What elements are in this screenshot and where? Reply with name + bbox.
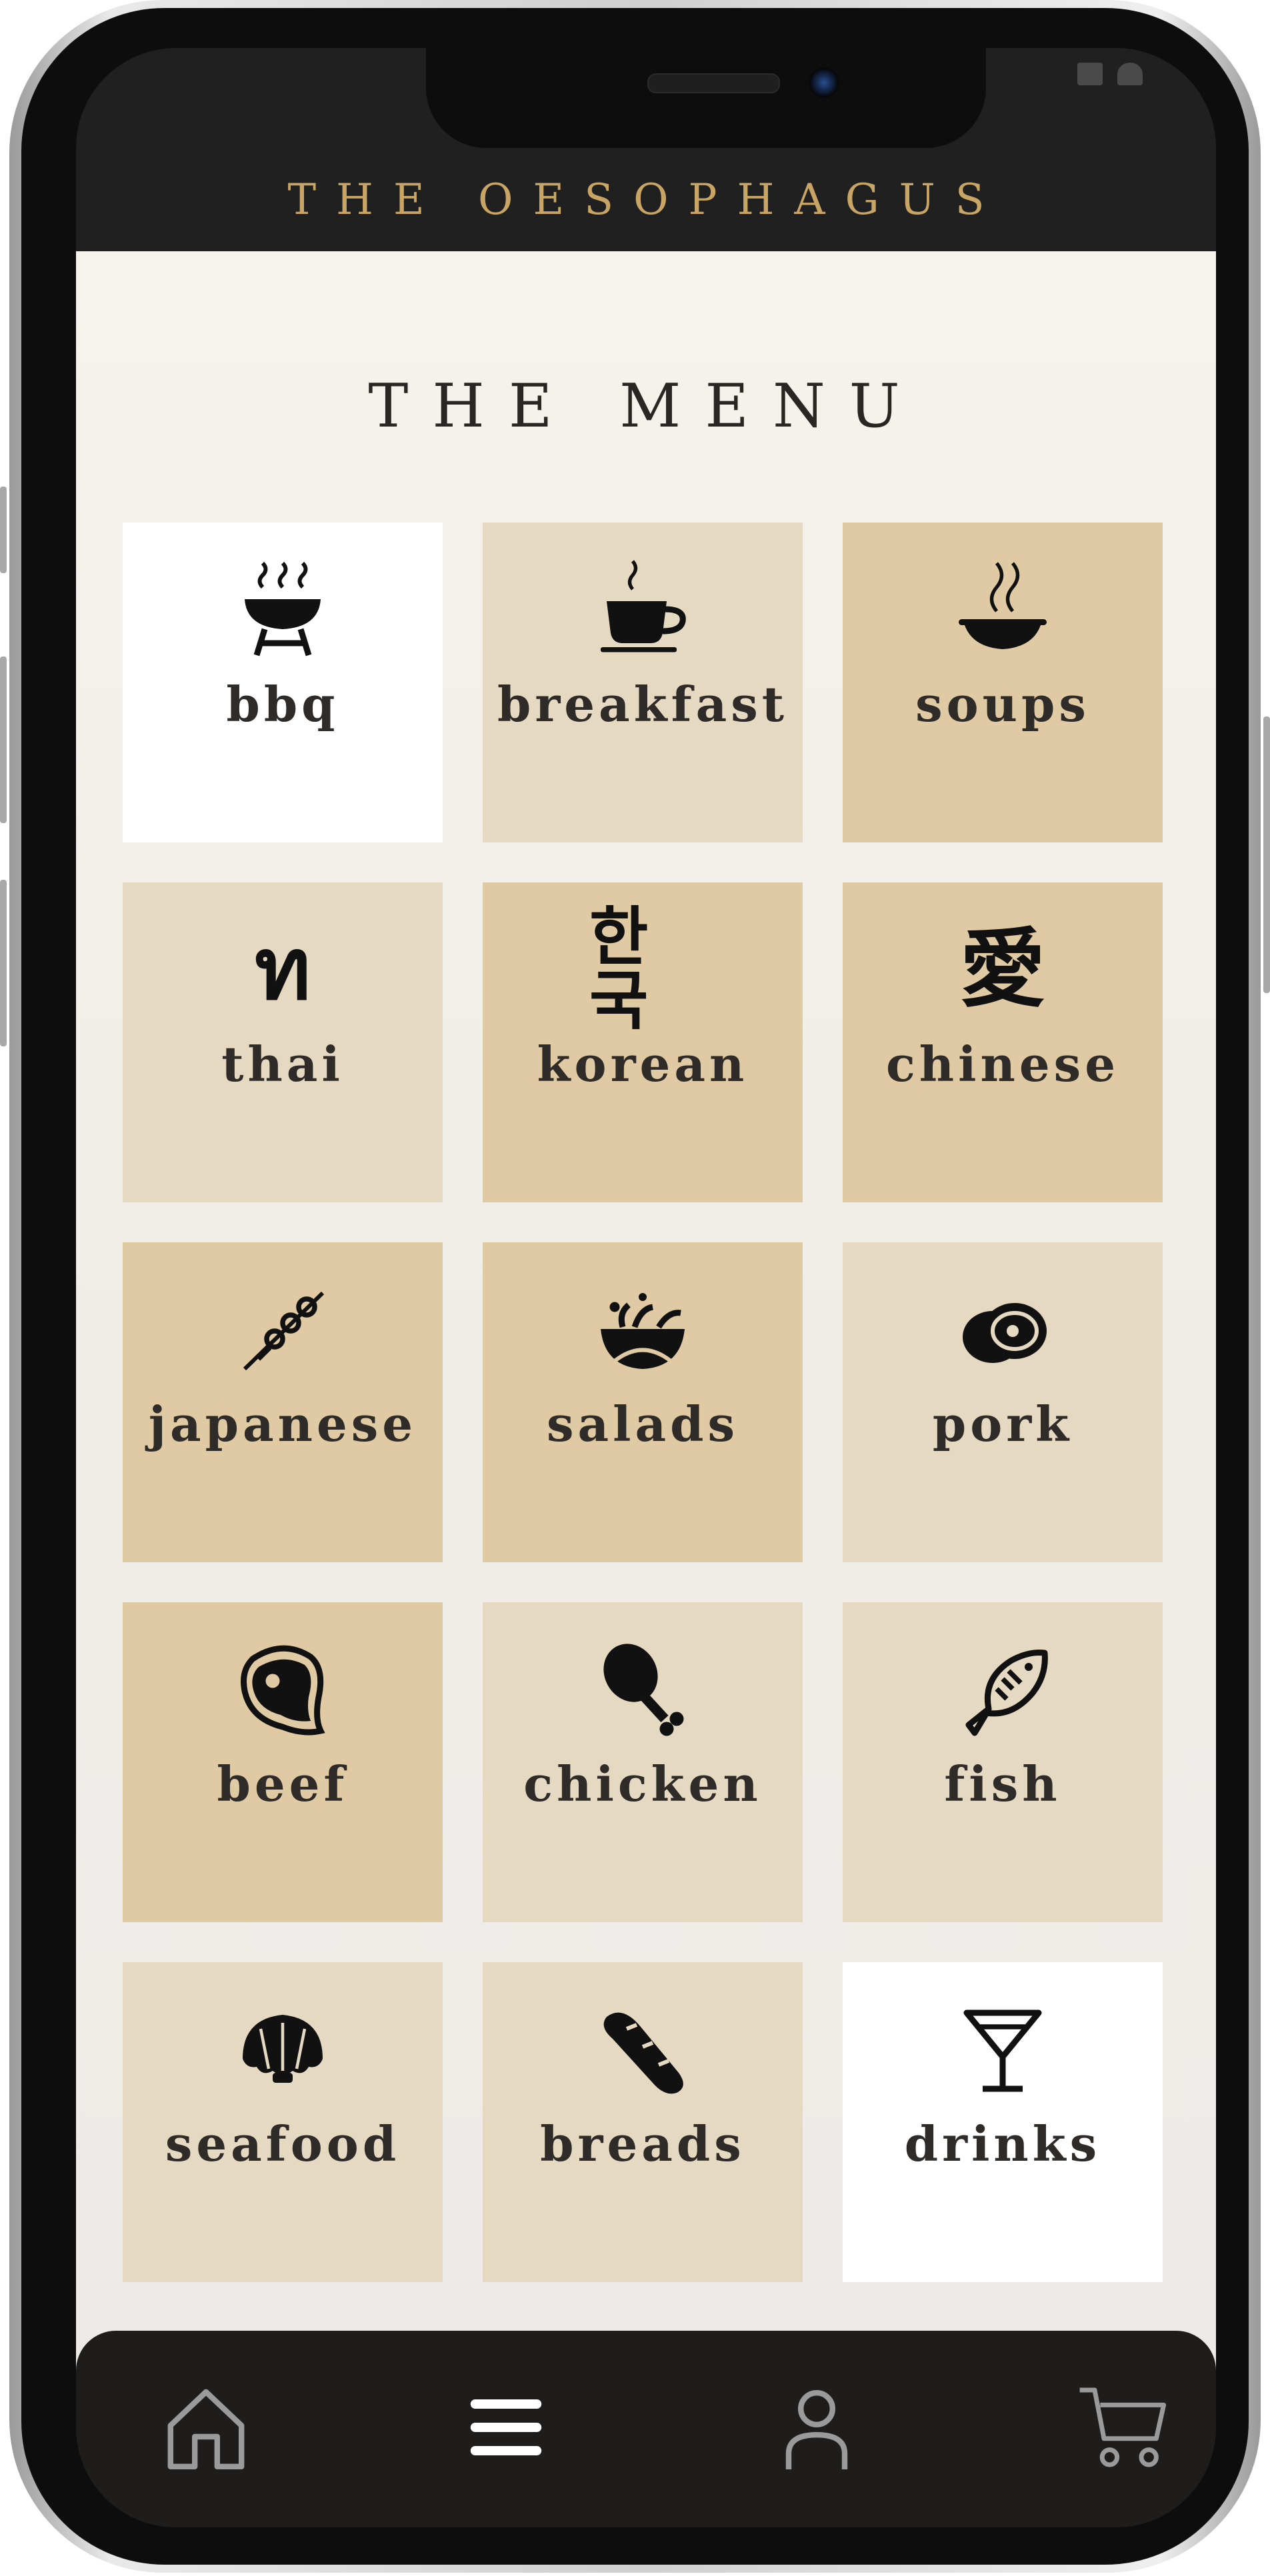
power-button bbox=[1263, 716, 1270, 993]
soup-bowl-icon bbox=[949, 556, 1056, 662]
category-tile-chicken[interactable]: chicken bbox=[483, 1602, 803, 1922]
category-label: seafood bbox=[165, 2115, 401, 2172]
speaker-grille bbox=[647, 73, 780, 93]
status-icon bbox=[1077, 63, 1103, 85]
front-camera-icon bbox=[809, 68, 839, 97]
category-label: beef bbox=[217, 1756, 349, 1812]
hangul-icon: 한국 bbox=[589, 905, 696, 1033]
phone-frame: THE OESOPHAGUS THE MENU bbq breakfast soup… bbox=[9, 0, 1261, 2573]
category-label: chinese bbox=[885, 1036, 1120, 1092]
category-tile-fish[interactable]: fish bbox=[843, 1602, 1163, 1922]
baguette-icon bbox=[589, 1995, 696, 2102]
user-icon bbox=[785, 2390, 848, 2469]
ham-icon bbox=[949, 1276, 1056, 1382]
category-label: breakfast bbox=[497, 676, 789, 732]
notch bbox=[426, 48, 986, 148]
category-label: fish bbox=[944, 1756, 1061, 1812]
fish-icon bbox=[949, 1636, 1056, 1742]
volume-down-button bbox=[0, 880, 7, 1046]
home-icon bbox=[167, 2389, 245, 2469]
category-label: chicken bbox=[523, 1756, 762, 1812]
thai-letter-icon: ท bbox=[229, 916, 336, 1022]
category-label: drinks bbox=[904, 2115, 1101, 2172]
category-label: soups bbox=[915, 676, 1090, 732]
category-tile-bbq[interactable]: bbq bbox=[123, 523, 443, 842]
shell-icon bbox=[229, 1995, 336, 2102]
category-tile-thai[interactable]: ท thai bbox=[123, 882, 443, 1202]
nav-menu[interactable] bbox=[456, 2377, 556, 2477]
nav-home[interactable] bbox=[156, 2377, 256, 2477]
skewer-icon bbox=[229, 1276, 336, 1382]
screen: THE OESOPHAGUS THE MENU bbq breakfast soup… bbox=[76, 48, 1216, 2527]
category-grid: bbq breakfast soups ท thai 한국 korean 愛 chinese ja… bbox=[123, 523, 1163, 2282]
category-tile-soups[interactable]: soups bbox=[843, 523, 1163, 842]
grill-icon bbox=[229, 556, 336, 662]
hamburger-menu-icon bbox=[470, 2399, 542, 2455]
category-tile-seafood[interactable]: seafood bbox=[123, 1962, 443, 2282]
category-label: bbq bbox=[226, 676, 339, 732]
category-tile-salads[interactable]: salads bbox=[483, 1242, 803, 1562]
category-tile-breakfast[interactable]: breakfast bbox=[483, 523, 803, 842]
phone-bezel: THE OESOPHAGUS THE MENU bbq breakfast soup… bbox=[21, 8, 1249, 2565]
category-tile-pork[interactable]: pork bbox=[843, 1242, 1163, 1562]
cocktail-icon bbox=[949, 1995, 1056, 2102]
nav-cart[interactable] bbox=[1073, 2377, 1173, 2477]
category-tile-japanese[interactable]: japanese bbox=[123, 1242, 443, 1562]
category-tile-beef[interactable]: beef bbox=[123, 1602, 443, 1922]
bottom-nav-bar bbox=[76, 2331, 1216, 2527]
drumstick-icon bbox=[589, 1636, 696, 1742]
menu-content: THE MENU bbq breakfast soups ท thai 한국 korean 愛… bbox=[76, 251, 1216, 2371]
category-glyph: 愛 bbox=[959, 919, 1045, 1019]
cart-icon bbox=[1079, 2387, 1167, 2467]
category-label: pork bbox=[932, 1396, 1073, 1452]
page-title: THE MENU bbox=[368, 371, 924, 441]
nav-account[interactable] bbox=[767, 2377, 867, 2477]
category-label: breads bbox=[540, 2115, 745, 2172]
coffee-cup-icon bbox=[589, 556, 696, 662]
brand-title: THE OESOPHAGUS bbox=[287, 175, 1005, 225]
status-indicators bbox=[1077, 63, 1143, 85]
category-glyph: ท bbox=[254, 919, 311, 1019]
category-label: korean bbox=[537, 1036, 749, 1092]
battery-icon bbox=[1117, 63, 1143, 85]
category-tile-breads[interactable]: breads bbox=[483, 1962, 803, 2282]
category-tile-korean[interactable]: 한국 korean bbox=[483, 882, 803, 1202]
mute-switch bbox=[0, 487, 7, 573]
category-tile-drinks[interactable]: drinks bbox=[843, 1962, 1163, 2282]
category-label: thai bbox=[221, 1036, 344, 1092]
category-label: japanese bbox=[148, 1396, 417, 1452]
volume-up-button bbox=[0, 656, 7, 823]
category-tile-chinese[interactable]: 愛 chinese bbox=[843, 882, 1163, 1202]
steak-icon bbox=[229, 1636, 336, 1742]
chinese-character-icon: 愛 bbox=[949, 916, 1056, 1022]
salad-bowl-icon bbox=[589, 1276, 696, 1382]
category-glyph: 한국 bbox=[589, 899, 649, 1038]
category-label: salads bbox=[546, 1396, 739, 1452]
